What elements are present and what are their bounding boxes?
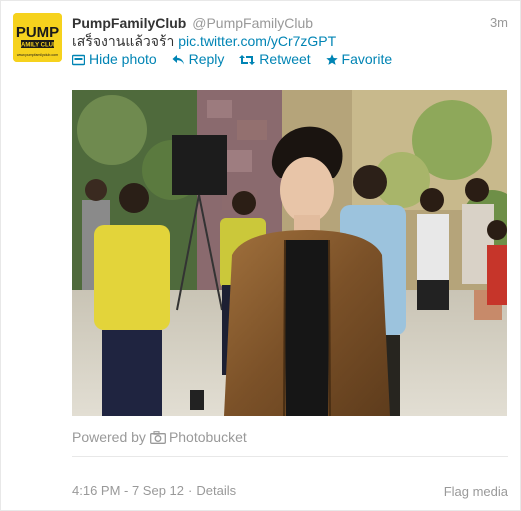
flag-media-link[interactable]: Flag media xyxy=(444,484,508,499)
reply-button[interactable]: Reply xyxy=(172,51,225,69)
svg-text:FAMILY CLUB: FAMILY CLUB xyxy=(18,42,58,48)
powered-by-label: Powered by xyxy=(72,429,146,445)
tweet-photo[interactable] xyxy=(72,90,507,416)
reply-label: Reply xyxy=(188,51,225,67)
pump-logo-icon: PUMP FAMILY CLUB www.pumpfamilyclub.com xyxy=(13,13,62,62)
tweet-card: PUMP FAMILY CLUB www.pumpfamilyclub.com … xyxy=(0,0,521,511)
favorite-button[interactable]: Favorite xyxy=(325,51,393,69)
user-username[interactable]: @PumpFamilyClub xyxy=(192,15,313,31)
svg-text:PUMP: PUMP xyxy=(16,24,59,41)
retweet-label: Retweet xyxy=(259,51,311,67)
tweet-text-body: เสร็จงานแล้วจร้า xyxy=(72,33,175,49)
meta-separator: · xyxy=(188,483,193,498)
divider xyxy=(72,456,508,457)
user-fullname[interactable]: PumpFamilyClub xyxy=(72,15,186,31)
tweet-time[interactable]: 3m xyxy=(490,14,508,32)
tweet-actions: Hide photo Reply Retweet Favorite xyxy=(71,51,403,69)
tweet-text: เสร็จงานแล้วจร้า pic.twitter.com/yCr7zGP… xyxy=(72,32,336,50)
favorite-label: Favorite xyxy=(341,51,393,67)
tweet-meta: 4:16 PM - 7 Sep 12 · Details xyxy=(72,483,236,498)
media-attribution: Powered by Photobucket xyxy=(72,429,247,447)
details-link[interactable]: Details xyxy=(196,483,236,498)
avatar[interactable]: PUMP FAMILY CLUB www.pumpfamilyclub.com xyxy=(13,13,62,62)
retweet-icon xyxy=(239,53,256,69)
tweet-header: PumpFamilyClub @PumpFamilyClub 3m xyxy=(72,14,508,32)
tweet-photo-link[interactable]: pic.twitter.com/yCr7zGPT xyxy=(178,33,336,49)
hide-photo-label: Hide photo xyxy=(89,51,157,67)
retweet-button[interactable]: Retweet xyxy=(239,51,311,69)
photobucket-link[interactable]: Photobucket xyxy=(169,429,247,445)
svg-text:www.pumpfamilyclub.com: www.pumpfamilyclub.com xyxy=(17,53,58,57)
camera-icon xyxy=(149,431,166,447)
photo-icon xyxy=(71,53,86,69)
reply-icon xyxy=(172,53,185,69)
star-icon xyxy=(325,53,338,69)
hide-photo-button[interactable]: Hide photo xyxy=(71,51,157,69)
event-photo-image xyxy=(72,90,507,416)
tweet-timestamp[interactable]: 4:16 PM - 7 Sep 12 xyxy=(72,483,184,498)
